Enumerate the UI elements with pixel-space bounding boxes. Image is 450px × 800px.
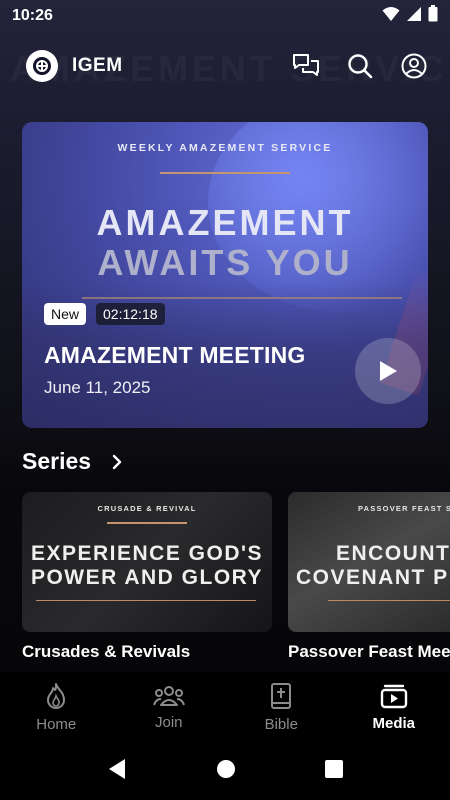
chat-button[interactable] bbox=[288, 48, 324, 84]
hero-badges: New 02:12:18 bbox=[44, 303, 165, 325]
people-icon bbox=[152, 685, 185, 706]
igem-logo[interactable] bbox=[26, 50, 58, 82]
logo-mark-icon bbox=[33, 57, 51, 75]
hero-title: AMAZEMENT MEETING bbox=[44, 342, 306, 368]
hero-headline-line1: AMAZEMENT bbox=[96, 202, 354, 243]
signal-icon bbox=[406, 6, 422, 27]
wifi-icon bbox=[382, 6, 400, 27]
series-card-passover[interactable]: PASSOVER FEAST SERV ENCOUNT COVENANT P bbox=[288, 492, 450, 632]
series-card-headline-line1: ENCOUNT bbox=[336, 542, 450, 565]
battery-icon bbox=[428, 5, 438, 27]
nav-label-bible: Bible bbox=[264, 715, 298, 733]
hero-kicker: WEEKLY AMAZEMENT SERVICE bbox=[117, 142, 333, 154]
nav-item-join[interactable]: Join bbox=[113, 672, 226, 742]
status-bar: 10:26 bbox=[0, 0, 450, 32]
nav-item-bible[interactable]: Bible bbox=[225, 672, 338, 742]
new-badge: New bbox=[44, 303, 87, 325]
hero-headline-line2: AWAITS YOU bbox=[97, 242, 353, 283]
app-bar-actions bbox=[288, 48, 432, 84]
app-screen: AMAZEMENT SERVIC 10:26 IGEM bbox=[0, 0, 450, 800]
status-icons bbox=[382, 5, 438, 27]
app-title: IGEM bbox=[72, 55, 123, 76]
flame-icon bbox=[47, 682, 66, 709]
hero-divider bbox=[160, 172, 290, 174]
recents-icon[interactable] bbox=[324, 759, 344, 784]
series-card-headline-line1: EXPERIENCE GOD'S bbox=[30, 542, 264, 565]
series-card-crusades[interactable]: CRUSADE & REVIVAL EXPERIENCE GOD'S POWER… bbox=[22, 492, 272, 632]
status-time: 10:26 bbox=[12, 7, 53, 24]
system-navigation-bar bbox=[0, 742, 450, 800]
app-bar: IGEM bbox=[0, 40, 450, 92]
series-card-divider bbox=[107, 522, 187, 524]
nav-item-media[interactable]: Media bbox=[338, 672, 450, 742]
hero-date: June 11, 2025 bbox=[44, 378, 151, 397]
series-card-headline-line2: POWER AND GLORY bbox=[30, 566, 264, 589]
series-card-divider-lower bbox=[36, 600, 256, 601]
nav-label-join: Join bbox=[154, 713, 183, 731]
series-label-crusades[interactable]: Crusades & Revivals bbox=[22, 642, 190, 662]
home-icon[interactable] bbox=[216, 759, 236, 784]
chat-icon bbox=[293, 54, 319, 76]
nav-label-home: Home bbox=[36, 715, 77, 733]
nav-label-media: Media bbox=[372, 714, 415, 732]
featured-media-card[interactable]: WEEKLY AMAZEMENT SERVICE AMAZEMENT AWAIT… bbox=[22, 122, 428, 428]
series-card-kicker: PASSOVER FEAST SERV bbox=[358, 504, 450, 513]
play-icon bbox=[380, 361, 397, 381]
series-card-headline-line2: COVENANT P bbox=[296, 566, 449, 589]
series-card-divider-lower bbox=[328, 600, 450, 601]
back-icon[interactable] bbox=[106, 757, 128, 786]
search-icon bbox=[348, 54, 373, 79]
nav-item-home[interactable]: Home bbox=[0, 672, 113, 742]
media-icon bbox=[380, 684, 407, 708]
bottom-navigation: Home Join Bible Media bbox=[0, 672, 450, 742]
search-button[interactable] bbox=[342, 48, 378, 84]
series-label-passover[interactable]: Passover Feast Meet bbox=[288, 642, 450, 662]
bible-icon bbox=[271, 682, 292, 709]
duration-badge: 02:12:18 bbox=[96, 303, 165, 325]
chevron-right-icon bbox=[111, 454, 123, 470]
account-icon bbox=[401, 53, 427, 79]
series-card-kicker: CRUSADE & REVIVAL bbox=[97, 504, 197, 513]
series-title: Series bbox=[22, 448, 92, 474]
series-section-header[interactable]: Series bbox=[22, 448, 123, 475]
profile-button[interactable] bbox=[396, 48, 432, 84]
play-button[interactable] bbox=[355, 338, 421, 404]
